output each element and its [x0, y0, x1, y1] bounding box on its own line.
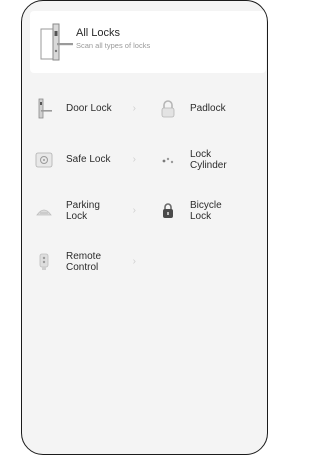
category-remote-control[interactable]: Remote Control › — [28, 238, 142, 285]
parking-lock-icon — [34, 201, 54, 221]
category-parking-lock[interactable]: Parking Lock › — [28, 187, 142, 234]
category-label: Parking Lock — [66, 199, 100, 222]
category-safe-lock[interactable]: Safe Lock › — [28, 136, 142, 183]
padlock-icon — [158, 99, 178, 119]
all-locks-title: All Locks — [76, 27, 121, 39]
lock-cylinder-icon — [158, 150, 178, 170]
safe-lock-icon — [34, 150, 54, 170]
chevron-right-icon: › — [132, 204, 136, 216]
bicycle-lock-icon — [158, 201, 178, 221]
category-grid: Door Lock › Padlock Safe Lock › Lock Cyl… — [28, 85, 266, 289]
all-locks-card[interactable]: All Locks Scan all types of locks — [30, 11, 266, 73]
category-bicycle-lock[interactable]: Bicycle Lock — [152, 187, 266, 234]
category-label: Bicycle Lock — [190, 199, 222, 222]
category-label: Door Lock — [66, 103, 112, 114]
category-label: Lock Cylinder — [190, 148, 227, 171]
category-label: Padlock — [190, 103, 226, 114]
phone-frame: All Locks Scan all types of locks Door L… — [21, 0, 268, 455]
chevron-right-icon: › — [132, 255, 136, 267]
all-locks-subtitle: Scan all types of locks — [76, 41, 151, 50]
category-padlock[interactable]: Padlock — [152, 85, 266, 132]
door-lock-icon — [34, 98, 54, 119]
door-handle-icon — [40, 23, 73, 61]
category-label: Remote Control — [66, 250, 102, 273]
category-label: Safe Lock — [66, 154, 111, 165]
chevron-right-icon: › — [132, 102, 136, 114]
category-lock-cylinder[interactable]: Lock Cylinder — [152, 136, 266, 183]
chevron-right-icon: › — [132, 153, 136, 165]
remote-control-icon — [34, 252, 54, 272]
category-door-lock[interactable]: Door Lock › — [28, 85, 142, 132]
